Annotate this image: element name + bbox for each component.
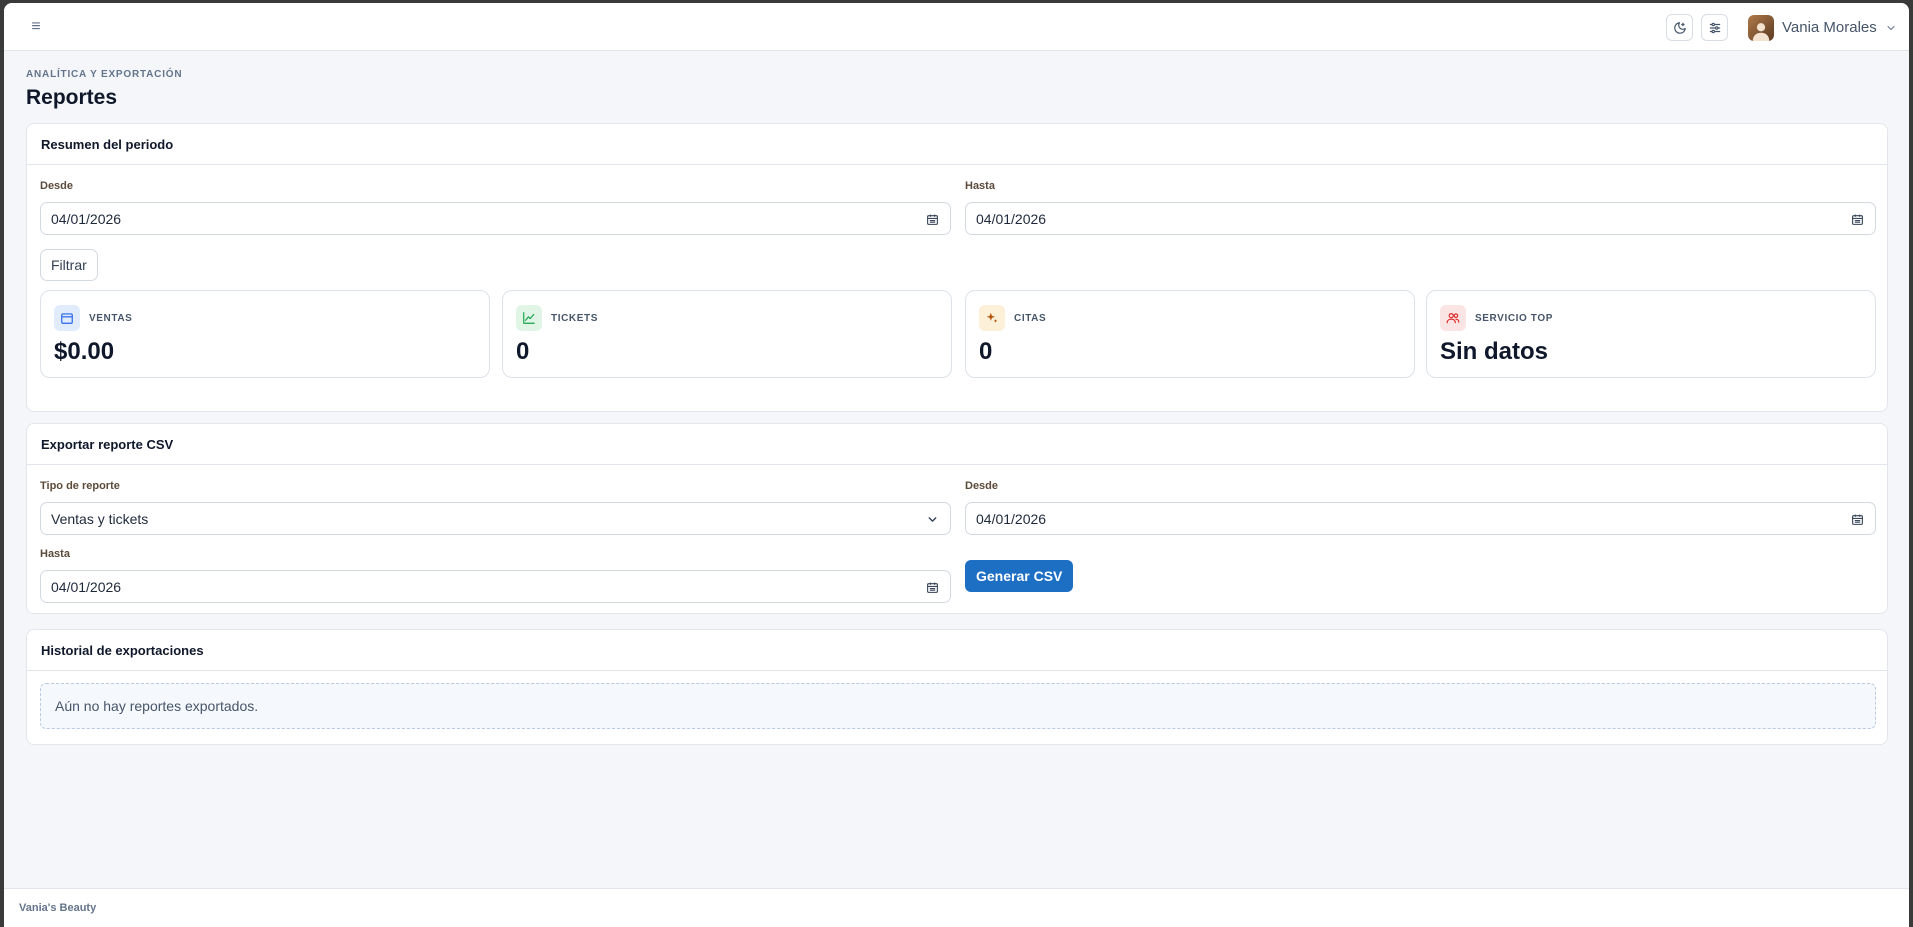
stat-label: TICKETS bbox=[551, 313, 598, 324]
summary-to-date-value: 04/01/2026 bbox=[976, 210, 1047, 227]
avatar bbox=[1748, 14, 1774, 41]
settings-button[interactable] bbox=[1701, 14, 1728, 41]
generate-csv-button[interactable]: Generar CSV bbox=[965, 560, 1074, 592]
page-title: Reportes bbox=[26, 86, 118, 109]
calendar-icon[interactable] bbox=[1850, 512, 1864, 526]
app-window: ≡ Vania Morales ANALÍTICA Y EXPORTACIÓN … bbox=[4, 3, 1909, 927]
summary-from-label: Desde bbox=[40, 180, 74, 192]
report-type-value: Ventas y tickets bbox=[51, 510, 149, 527]
moon-icon bbox=[1673, 21, 1686, 34]
summary-card: Resumen del periodo Desde 04/01/2026 Has… bbox=[26, 123, 1888, 412]
calendar-icon[interactable] bbox=[925, 580, 939, 594]
calendar-icon bbox=[54, 305, 80, 331]
top-bar: ≡ Vania Morales bbox=[4, 3, 1909, 51]
export-from-date-input[interactable]: 04/01/2026 bbox=[965, 502, 1876, 535]
page-eyebrow: ANALÍTICA Y EXPORTACIÓN bbox=[26, 69, 183, 80]
stat-label: VENTAS bbox=[89, 313, 133, 324]
stat-value: 0 bbox=[979, 338, 993, 365]
user-name: Vania Morales bbox=[1782, 19, 1877, 36]
calendar-icon[interactable] bbox=[1850, 212, 1864, 226]
export-to-date-value: 04/01/2026 bbox=[51, 578, 122, 595]
summary-from-date-value: 04/01/2026 bbox=[51, 210, 122, 227]
summary-card-title: Resumen del periodo bbox=[27, 124, 1887, 165]
stat-value: $0.00 bbox=[54, 338, 115, 365]
stat-card-ventas: VENTAS $0.00 bbox=[40, 290, 490, 378]
stat-label: SERVICIO TOP bbox=[1475, 313, 1553, 324]
chevron-down-icon bbox=[1887, 25, 1895, 30]
user-menu[interactable]: Vania Morales bbox=[1748, 14, 1897, 41]
stat-card-servicio-top: SERVICIO TOP Sin datos bbox=[1426, 290, 1876, 378]
history-card: Historial de exportaciones Aún no hay re… bbox=[26, 629, 1888, 745]
export-to-date-input[interactable]: 04/01/2026 bbox=[40, 570, 951, 603]
stat-card-tickets: TICKETS 0 bbox=[502, 290, 952, 378]
sparkles-icon bbox=[979, 305, 1005, 331]
export-to-label: Hasta bbox=[40, 548, 70, 560]
history-card-title: Historial de exportaciones bbox=[27, 630, 1887, 671]
report-type-label: Tipo de reporte bbox=[40, 480, 120, 492]
users-icon bbox=[1440, 305, 1466, 331]
sliders-icon bbox=[1709, 22, 1720, 33]
export-from-date-value: 04/01/2026 bbox=[976, 510, 1047, 527]
stat-value: 0 bbox=[516, 338, 530, 365]
export-from-label: Desde bbox=[965, 480, 999, 492]
trend-up-icon bbox=[516, 305, 542, 331]
export-card-title: Exportar reporte CSV bbox=[27, 424, 1887, 465]
hamburger-icon[interactable]: ≡ bbox=[24, 17, 48, 37]
calendar-icon[interactable] bbox=[925, 212, 939, 226]
footer-brand: Vania's Beauty bbox=[4, 888, 1909, 927]
stat-label: CITAS bbox=[1014, 313, 1047, 324]
history-empty-state: Aún no hay reportes exportados. bbox=[40, 683, 1876, 729]
stat-card-citas: CITAS 0 bbox=[965, 290, 1415, 378]
summary-to-date-input[interactable]: 04/01/2026 bbox=[965, 202, 1876, 235]
chevron-down-icon[interactable] bbox=[925, 512, 939, 526]
export-card: Exportar reporte CSV Tipo de reporte Ven… bbox=[26, 423, 1888, 614]
theme-toggle-button[interactable] bbox=[1666, 14, 1693, 41]
report-type-select[interactable]: Ventas y tickets bbox=[40, 502, 951, 535]
summary-from-date-input[interactable]: 04/01/2026 bbox=[40, 202, 951, 235]
summary-to-label: Hasta bbox=[965, 180, 995, 192]
stat-value: Sin datos bbox=[1440, 338, 1549, 365]
filter-button[interactable]: Filtrar bbox=[40, 249, 98, 281]
